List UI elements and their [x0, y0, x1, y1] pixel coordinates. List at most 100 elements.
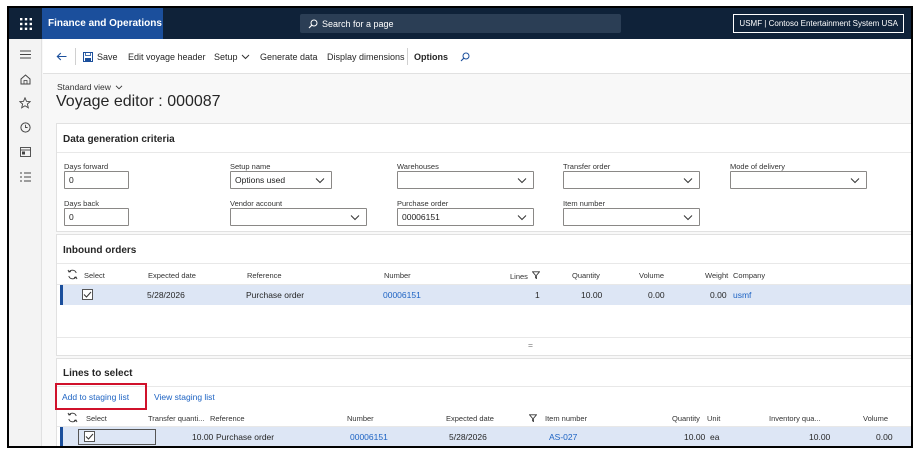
col-volume[interactable]: Volume: [639, 271, 664, 280]
col-select[interactable]: Select: [84, 271, 105, 280]
divider: [57, 152, 911, 153]
setup-menu[interactable]: Setup: [214, 39, 250, 74]
col-expected-date[interactable]: Expected date: [148, 271, 196, 280]
col-item-number[interactable]: Item number: [545, 414, 587, 423]
col-volume[interactable]: Volume: [863, 414, 888, 423]
separator: [75, 48, 76, 65]
setup-name-value: Options used: [235, 175, 286, 185]
days-forward-label: Days forward: [64, 162, 109, 171]
col-unit[interactable]: Unit: [707, 414, 720, 423]
cell-reference: Purchase order: [216, 432, 275, 442]
global-search[interactable]: Search for a page: [300, 14, 621, 33]
days-back-input[interactable]: 0: [64, 208, 129, 226]
search-actions-icon[interactable]: [460, 39, 470, 74]
mode-of-delivery-select[interactable]: [730, 171, 867, 189]
cell-company-link[interactable]: usmf: [733, 290, 751, 300]
purchase-order-value: 00006151: [402, 212, 440, 222]
modules-list-icon[interactable]: [18, 170, 32, 184]
chevron-down-icon: [241, 54, 249, 59]
back-arrow-icon[interactable]: [56, 39, 67, 74]
chevron-down-icon: [315, 178, 325, 184]
separator: [407, 48, 408, 65]
top-bar: Finance and Operations Search for a page…: [9, 8, 911, 39]
col-inventory-quantity[interactable]: Inventory qua...: [769, 414, 821, 423]
favorites-star-icon[interactable]: [18, 96, 32, 110]
company-picker[interactable]: USMF | Contoso Entertainment System USA: [733, 14, 904, 33]
search-icon: [308, 19, 318, 28]
cell-lines: 1: [535, 290, 540, 300]
transfer-order-label: Transfer order: [563, 162, 611, 171]
app-name[interactable]: Finance and Operations: [42, 8, 163, 39]
item-number-label: Item number: [563, 199, 606, 208]
days-forward-input[interactable]: 0: [64, 171, 129, 189]
inbound-orders-title[interactable]: Inbound orders: [63, 245, 136, 256]
home-icon[interactable]: [18, 72, 32, 86]
search-placeholder: Search for a page: [322, 18, 394, 29]
purchase-order-select[interactable]: 00006151: [397, 208, 534, 226]
save-button[interactable]: Save: [83, 39, 118, 74]
cell-item-number-link[interactable]: AS-027: [549, 432, 577, 442]
criteria-card: Data generation criteria Days forward 0 …: [56, 123, 911, 232]
filter-icon[interactable]: [531, 271, 541, 280]
col-reference[interactable]: Reference: [247, 271, 282, 280]
criteria-title[interactable]: Data generation criteria: [63, 134, 175, 145]
row-checkbox[interactable]: [82, 289, 93, 300]
chevron-down-icon: [850, 178, 860, 184]
cell-quantity: 10.00: [581, 290, 603, 300]
col-expected-date[interactable]: Expected date: [446, 414, 494, 423]
page-title: Voyage editor : 000087: [56, 93, 221, 110]
table-row[interactable]: 10.00 Purchase order 00006151 5/28/2026 …: [60, 427, 911, 446]
col-quantity[interactable]: Quantity: [572, 271, 600, 280]
col-lines[interactable]: Lines: [510, 271, 541, 281]
col-company[interactable]: Company: [733, 271, 765, 280]
display-dimensions-button[interactable]: Display dimensions: [327, 39, 405, 74]
chevron-down-icon: [350, 215, 360, 221]
warehouses-select[interactable]: [397, 171, 534, 189]
grid-splitter[interactable]: =: [528, 340, 533, 350]
chevron-down-icon: [683, 215, 693, 221]
divider: [57, 337, 911, 338]
divider: [57, 386, 911, 387]
hamburger-menu-icon[interactable]: [18, 47, 32, 61]
days-back-label: Days back: [64, 199, 100, 208]
cell-expected-date: 5/28/2026: [449, 432, 487, 442]
cell-number-link[interactable]: 00006151: [350, 432, 388, 442]
col-reference[interactable]: Reference: [210, 414, 245, 423]
cell-number-link[interactable]: 00006151: [383, 290, 421, 300]
col-number[interactable]: Number: [347, 414, 374, 423]
refresh-icon[interactable]: [67, 269, 78, 282]
col-lines-label: Lines: [510, 272, 528, 281]
transfer-order-select[interactable]: [563, 171, 700, 189]
col-quantity[interactable]: Quantity: [672, 414, 700, 423]
col-weight[interactable]: Weight: [705, 271, 728, 280]
item-number-select[interactable]: [563, 208, 700, 226]
filter-icon[interactable]: [528, 414, 538, 424]
app-launcher-icon[interactable]: [9, 8, 42, 39]
action-pane: Save Edit voyage header Setup Generate d…: [43, 39, 911, 74]
cell-volume: 0.00: [876, 432, 893, 442]
col-select[interactable]: Select: [86, 414, 107, 423]
table-row[interactable]: 5/28/2026 Purchase order 00006151 1 10.0…: [60, 285, 911, 305]
workspaces-icon[interactable]: [18, 145, 32, 159]
col-transfer-quantity[interactable]: Transfer quanti...: [148, 414, 204, 423]
recent-clock-icon[interactable]: [18, 120, 32, 134]
edit-voyage-header-button[interactable]: Edit voyage header: [128, 39, 206, 74]
setup-name-select[interactable]: Options used: [230, 171, 332, 189]
row-checkbox[interactable]: [84, 431, 95, 442]
vendor-account-select[interactable]: [230, 208, 367, 226]
refresh-icon[interactable]: [67, 412, 78, 425]
cell-unit: ea: [710, 432, 720, 442]
options-tab[interactable]: Options: [414, 39, 448, 74]
cell-weight: 0.00: [710, 290, 727, 300]
view-name: Standard view: [57, 82, 111, 92]
col-number[interactable]: Number: [384, 271, 411, 280]
lines-to-select-title[interactable]: Lines to select: [63, 368, 132, 379]
view-selector[interactable]: Standard view: [57, 82, 123, 92]
save-label: Save: [97, 51, 118, 62]
lines-to-select-card: Lines to select Add to staging list View…: [56, 358, 911, 446]
cell-transfer-quantity[interactable]: 10.00: [192, 432, 213, 442]
vendor-account-label: Vendor account: [230, 199, 283, 208]
chevron-down-icon: [517, 178, 527, 184]
view-staging-list-button[interactable]: View staging list: [154, 392, 215, 402]
generate-data-button[interactable]: Generate data: [260, 39, 318, 74]
